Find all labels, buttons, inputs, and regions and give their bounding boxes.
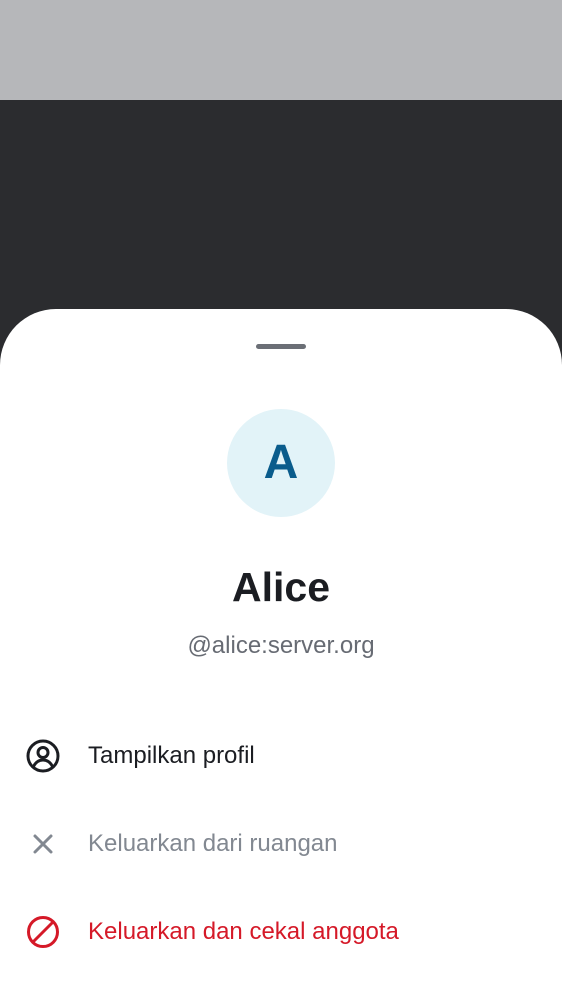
user-id: @alice:server.org: [187, 632, 375, 659]
status-bar-area: [0, 0, 562, 100]
member-bottom-sheet: A Alice @alice:server.org Tampilkan prof…: [0, 309, 562, 1000]
view-profile-button[interactable]: Tampilkan profil: [0, 712, 562, 800]
avatar: A: [227, 409, 335, 517]
remove-and-ban-button[interactable]: Keluarkan dan cekal anggota: [0, 888, 562, 976]
user-profile-icon: [25, 738, 61, 774]
view-profile-label: Tampilkan profil: [88, 742, 255, 769]
remove-and-ban-label: Keluarkan dan cekal anggota: [88, 918, 399, 945]
avatar-initial: A: [263, 436, 299, 489]
ban-icon: [25, 914, 61, 950]
remove-from-room-button[interactable]: Keluarkan dari ruangan: [0, 800, 562, 888]
user-display-name: Alice: [232, 564, 330, 610]
remove-from-room-label: Keluarkan dari ruangan: [88, 830, 338, 857]
drag-handle[interactable]: [256, 344, 306, 349]
close-icon: [25, 826, 61, 862]
screen: A Alice @alice:server.org Tampilkan prof…: [0, 0, 562, 1000]
